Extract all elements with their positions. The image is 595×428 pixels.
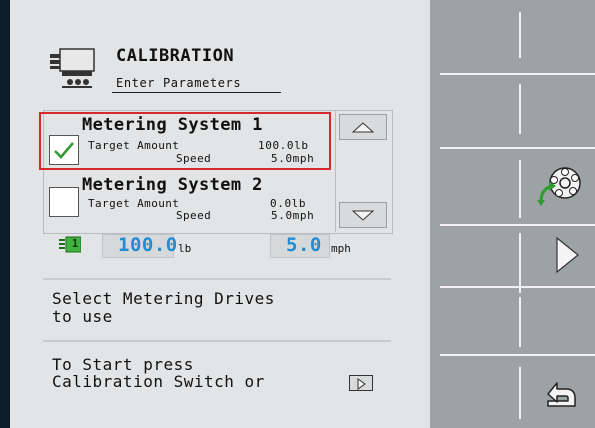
metering-system-2-checkbox[interactable]	[49, 187, 79, 217]
terminal-screen: CALIBRATION Enter Parameters Metering Sy…	[0, 0, 595, 428]
speed-value: 5.0mph	[271, 209, 315, 222]
amount-unit: lb	[178, 242, 192, 255]
triangle-down-icon	[351, 210, 375, 221]
instruction-select-line2: to use	[52, 307, 113, 326]
metering-unit-icon	[50, 48, 95, 88]
list-item-metering-system-2[interactable]: Metering System 2 Target Amount 0.0lb Sp…	[44, 175, 336, 233]
header-divider	[112, 92, 281, 93]
speed-unit: mph	[331, 242, 351, 255]
meter-badge-number: 1	[71, 237, 79, 250]
divider	[43, 278, 391, 280]
play-icon	[556, 236, 579, 274]
speed-value-display: 5.0	[286, 234, 322, 256]
triangle-up-icon	[351, 122, 375, 133]
scroll-down-button[interactable]	[339, 202, 387, 228]
softkey-6[interactable]	[430, 356, 595, 428]
metering-system-2-title: Metering System 2	[82, 175, 263, 195]
softkey-1[interactable]	[430, 0, 595, 72]
softkey-4[interactable]	[430, 225, 595, 285]
amount-value: 100.0	[118, 234, 178, 256]
softkey-2[interactable]	[430, 74, 595, 146]
softkey-5[interactable]	[430, 288, 595, 353]
selection-highlight	[39, 112, 331, 170]
scroll-up-button[interactable]	[339, 114, 387, 140]
page-title: CALIBRATION	[116, 46, 235, 66]
instruction-start-line2: Calibration Switch or	[52, 372, 265, 391]
instruction-select-line1: Select Metering Drives	[52, 289, 275, 308]
play-icon	[349, 375, 373, 391]
target-amount-label: Target Amount	[88, 197, 180, 210]
softkey-3[interactable]	[430, 148, 595, 223]
speed-label: Speed	[176, 209, 212, 222]
calibrate-meter-icon	[537, 167, 581, 206]
page-subtitle: Enter Parameters	[116, 76, 242, 90]
divider	[43, 340, 391, 342]
back-icon	[547, 382, 576, 407]
